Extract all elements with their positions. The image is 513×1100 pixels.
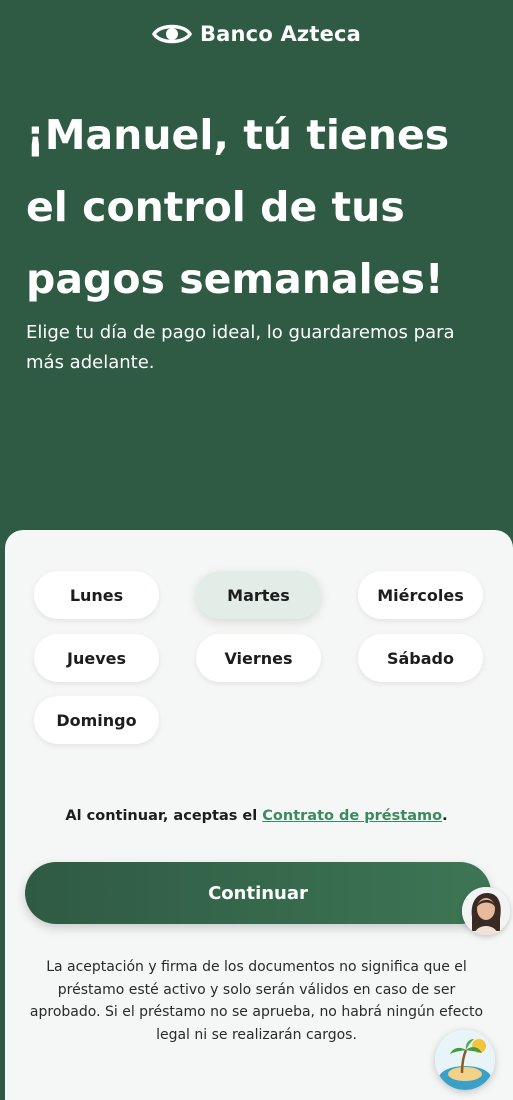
consent-suffix: . — [442, 808, 448, 824]
island-badge-icon — [435, 1030, 495, 1090]
consent-prefix: Al continuar, aceptas el — [65, 808, 263, 824]
assistant-avatar-icon — [462, 887, 510, 935]
banco-azteca-logo-icon — [151, 24, 192, 44]
day-option-sabado[interactable]: Sábado — [358, 634, 483, 682]
day-option-jueves[interactable]: Jueves — [34, 634, 159, 682]
day-option-domingo[interactable]: Domingo — [34, 696, 159, 744]
continue-button[interactable]: Continuar — [25, 862, 491, 924]
day-option-viernes[interactable]: Viernes — [196, 634, 321, 682]
brand-name: Banco Azteca — [199, 22, 362, 46]
day-option-miercoles[interactable]: Miércoles — [358, 571, 483, 619]
island-badge[interactable] — [435, 1030, 495, 1090]
header: Banco Azteca ¡Manuel, tú tienes el contr… — [0, 0, 513, 560]
day-option-martes[interactable]: Martes — [196, 571, 321, 619]
day-option-lunes[interactable]: Lunes — [34, 571, 159, 619]
legal-disclaimer: La aceptación y firma de los documentos … — [29, 959, 484, 1044]
assistant-avatar[interactable] — [462, 887, 510, 935]
page-title: ¡Manuel, tú tienes el control de tus pag… — [26, 111, 450, 303]
contract-link[interactable]: Contrato de préstamo — [262, 808, 442, 824]
page-subtitle: Elige tu día de pago ideal, lo guardarem… — [26, 322, 455, 373]
brand-logo: Banco Azteca — [0, 22, 513, 46]
contract-consent-text: Al continuar, aceptas el Contrato de pré… — [0, 808, 513, 824]
